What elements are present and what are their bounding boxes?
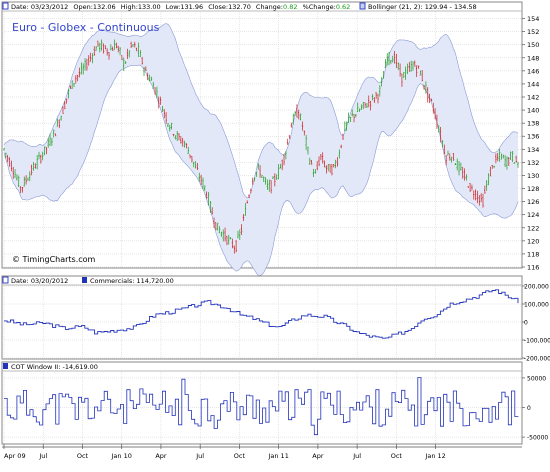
change-value: 0.82: [283, 3, 297, 11]
chart-stage: 116 118 120 122 124 126 128 130 132 134 136 138 140 1…: [0, 0, 550, 468]
price-y-tick-label: 122: [527, 224, 539, 232]
bollinger-header: Bollinger (21, 2): 129.94 - 134.58: [368, 3, 477, 11]
price-y-tick-label: 118: [527, 250, 539, 258]
price-y-tick-label: 124: [527, 211, 539, 219]
open-label: Open:: [73, 3, 93, 11]
commercials-y-tick-label: -100,000: [524, 338, 550, 345]
commercials-y-tick-label: 100,000: [524, 302, 549, 309]
commercials-legend: Commercials: 114,720.00: [90, 277, 174, 285]
x-tick-label: Jan 10: [111, 452, 132, 460]
x-tick-label: Oct: [77, 452, 89, 460]
cot-legend-swatch: [3, 363, 8, 369]
x-tick-label: Oct: [234, 452, 246, 460]
com-series-label: Commercials:: [90, 277, 134, 285]
watermark: © TimingCharts.com: [12, 255, 96, 264]
x-tick-label: Apr: [312, 452, 324, 460]
price-y-tick-label: 136: [527, 133, 539, 141]
chart-svg: 116 118 120 122 124 126 128 130 132 134 136 138 140 1…: [0, 0, 550, 468]
price-header: Date: 03/23/2012 Open:132.06 High:133.00…: [11, 3, 350, 11]
com-series-value: 114,720.00: [137, 277, 174, 285]
cot-y-tick-label: -50000: [527, 435, 548, 442]
price-y-tick-label: 148: [527, 54, 539, 62]
chart-title: Euro - Globex - Continuous: [12, 21, 160, 34]
x-tick-label: Jan 12: [424, 452, 445, 460]
price-y-tick-label: 140: [527, 107, 539, 115]
cot-panel: -50000 0 50000 COT Window II: -14,619.00: [1, 361, 548, 445]
price-y-tick-label: 134: [527, 146, 539, 154]
date-value: 03/23/2012: [31, 3, 68, 11]
high-label: High:: [121, 3, 138, 11]
cot-y-tick-label: 50000: [527, 375, 546, 382]
commercials-y-tick-label: -200,000: [524, 356, 550, 363]
x-tick-label: Apr 09: [4, 452, 26, 460]
x-tick-label: Jul: [195, 452, 204, 460]
cot-series-label: COT Window II:: [11, 363, 60, 371]
bollinger-label: Bollinger (21, 2):: [368, 3, 423, 11]
low-label: Low:: [166, 3, 181, 11]
low-value: 131.96: [180, 3, 203, 11]
x-tick-label: Jul: [352, 452, 361, 460]
x-tick-label: Apr: [155, 452, 167, 460]
pct-change-label: %Change:: [303, 3, 336, 11]
price-y-tick-label: 138: [527, 120, 539, 128]
price-y-tick-label: 150: [527, 41, 539, 49]
price-y-tick-label: 126: [527, 198, 539, 206]
price-y-tick-label: 142: [527, 94, 539, 102]
x-tick-label: Jan 11: [267, 452, 288, 460]
open-value: 132.06: [93, 3, 116, 11]
price-y-tick-label: 132: [527, 159, 539, 167]
x-tick-label: Oct: [391, 452, 403, 460]
commercials-header: Date: 03/20/2012: [11, 277, 68, 285]
price-y-tick-label: 152: [527, 28, 539, 36]
price-y-tick-label: 116: [527, 264, 539, 272]
bollinger-legend-swatch: [359, 2, 366, 10]
cot-y-tick-label: 0: [527, 405, 531, 412]
price-y-tick-label: 154: [527, 15, 539, 23]
cot-series-value: -14,619.00: [63, 363, 98, 371]
price-y-tick-label: 144: [527, 80, 539, 88]
price-y-tick-label: 120: [527, 237, 539, 245]
x-tick-label: Jul: [38, 452, 47, 460]
commercials-panel: -200,000 -100,000 0 100,000 200,000 Date: 03…: [1, 275, 550, 363]
commercials-y-tick-label: 200,000: [524, 284, 549, 291]
price-y-tick-label: 128: [527, 185, 539, 193]
close-value: 132.70: [228, 3, 251, 11]
commercials-y-tick-label: 0: [524, 320, 528, 327]
price-y-tick-label: 146: [527, 67, 539, 75]
high-value: 133.00: [138, 3, 161, 11]
cot-legend: COT Window II: -14,619.00: [11, 363, 98, 371]
price-y-tick-label: 130: [527, 172, 539, 180]
price-panel: 116 118 120 122 124 126 128 130 132 134 136 138 140 1…: [1, 1, 539, 276]
pct-change-value: 0.62: [336, 3, 350, 11]
close-label: Close:: [208, 3, 228, 11]
com-date-label: Date:: [11, 277, 29, 285]
bollinger-values: 129.94 - 134.58: [425, 3, 477, 11]
change-label: Change:: [256, 3, 283, 11]
commercials-legend-swatch: [82, 277, 87, 283]
com-date-value: 03/20/2012: [31, 277, 68, 285]
date-label: Date:: [11, 3, 29, 11]
